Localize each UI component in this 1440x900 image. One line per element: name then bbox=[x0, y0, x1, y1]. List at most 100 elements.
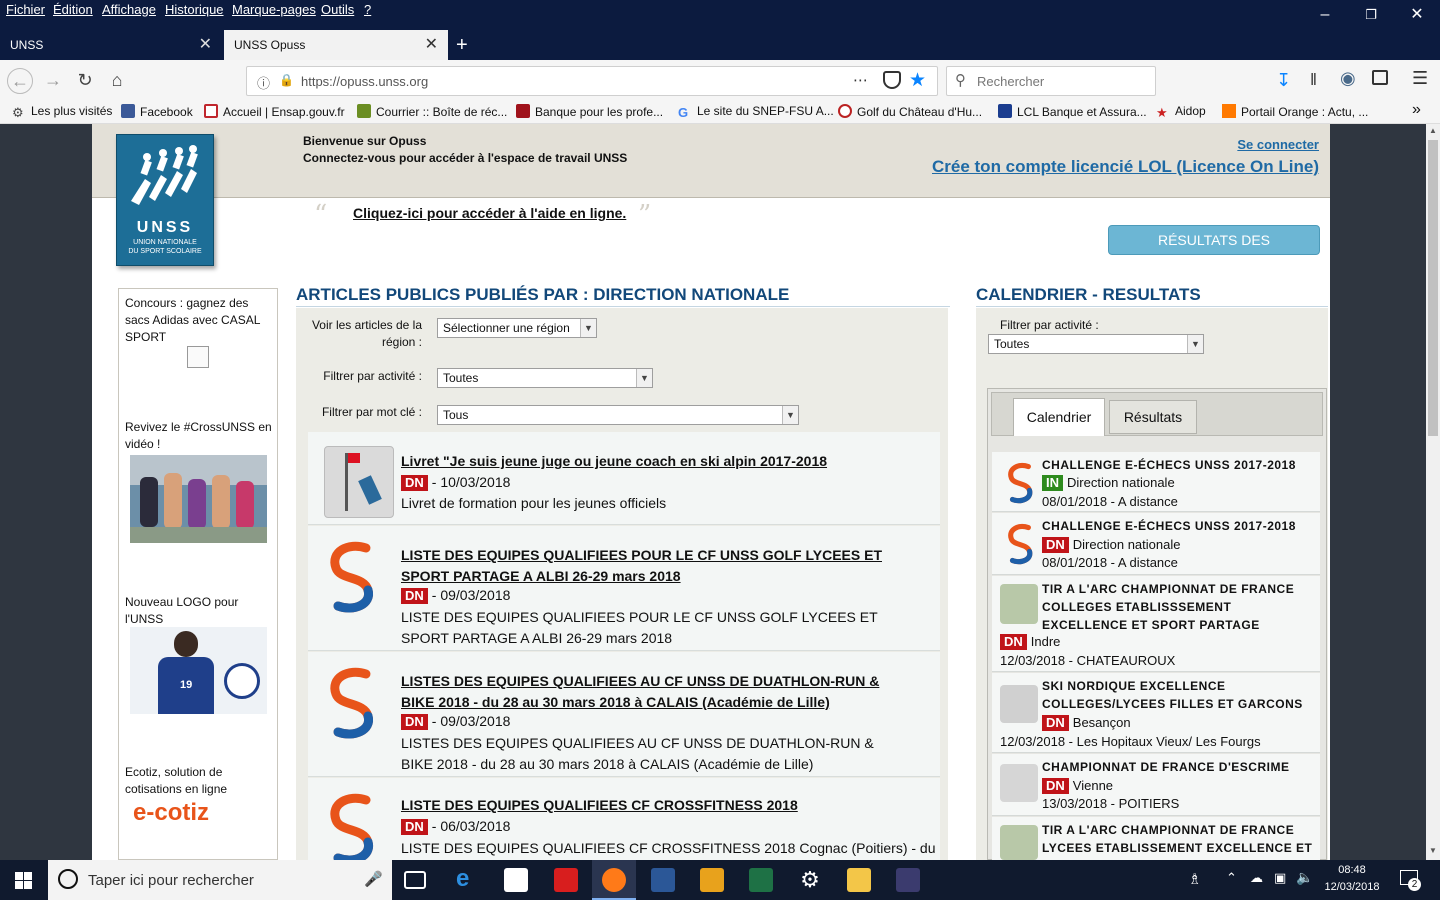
bookmark-item[interactable]: Portail Orange : Actu, ... bbox=[1222, 104, 1368, 119]
menu-marque-pages[interactable]: Marque-pages bbox=[232, 2, 316, 17]
article-title[interactable]: LISTE DES EQUIPES QUALIFIEES CF CROSSFIT… bbox=[401, 797, 921, 813]
close-tab-icon[interactable]: ✕ bbox=[199, 30, 212, 60]
app-red-icon[interactable] bbox=[554, 868, 578, 892]
people-icon[interactable]: ♗ bbox=[1188, 870, 1201, 888]
word-icon[interactable] bbox=[651, 868, 675, 892]
edge-icon[interactable]: e bbox=[456, 867, 480, 892]
taskbar-search[interactable]: Taper ici pour rechercher 🎤 bbox=[48, 860, 392, 900]
bookmark-item[interactable]: Facebook bbox=[121, 104, 193, 119]
tab-unss-opuss[interactable]: UNSS Opuss ✕ bbox=[224, 30, 448, 60]
bookmark-item[interactable]: G Le site du SNEP-FSU A... bbox=[678, 104, 834, 120]
sidebar-item-concours[interactable]: Concours : gagnez des sacs Adidas avec C… bbox=[125, 295, 273, 346]
store-icon[interactable] bbox=[504, 868, 528, 892]
forward-icon[interactable]: → bbox=[40, 68, 66, 94]
firefox-icon[interactable] bbox=[602, 868, 626, 892]
event-title[interactable]: TIR A L'ARC CHAMPIONNAT DE FRANCE COLLEG… bbox=[1042, 580, 1314, 634]
close-window-icon[interactable]: ✕ bbox=[1394, 0, 1440, 30]
article-title[interactable]: LISTES DES EQUIPES QUALIFIEES AU CF UNSS… bbox=[401, 671, 901, 713]
bookmark-star-icon[interactable]: ★ bbox=[909, 69, 926, 92]
calendar-event[interactable]: CHAMPIONNAT DE FRANCE D'ESCRIME DN Vienne… bbox=[992, 754, 1320, 816]
login-link[interactable]: Se connecter bbox=[1237, 137, 1319, 152]
windows-start-icon[interactable] bbox=[15, 872, 32, 889]
menu-help[interactable]: ? bbox=[364, 2, 371, 17]
menu-outils[interactable]: Outils bbox=[321, 2, 354, 17]
help-link[interactable]: Cliquez-ici pour accéder à l'aide en lig… bbox=[353, 205, 626, 221]
settings-gear-icon[interactable]: ⚙ bbox=[798, 868, 822, 892]
search-box[interactable]: ⚲ Rechercher bbox=[946, 66, 1156, 96]
results-button[interactable]: RÉSULTATS DES COMPÉTITIONS bbox=[1108, 225, 1320, 276]
article-item[interactable]: LISTE DES EQUIPES QUALIFIEES CF CROSSFIT… bbox=[308, 778, 940, 860]
bookmark-item[interactable]: ⚙ Les plus visités bbox=[12, 104, 112, 120]
info-icon[interactable]: ⓘ bbox=[257, 73, 270, 92]
more-bookmarks-icon[interactable]: » bbox=[1412, 101, 1421, 119]
bookmark-item[interactable]: Banque pour les profe... bbox=[516, 104, 663, 119]
menu-affichage[interactable]: Affichage bbox=[102, 2, 156, 17]
calendar-event[interactable]: SKI NORDIQUE EXCELLENCE COLLEGES/LYCEES … bbox=[992, 673, 1320, 753]
calendar-event[interactable]: CHALLENGE E-ÉCHECS UNSS 2017-2018 DN Dire… bbox=[992, 513, 1320, 575]
activity-select[interactable]: Toutes ▼ bbox=[437, 368, 653, 388]
app-chart-icon[interactable] bbox=[896, 868, 920, 892]
unss-logo[interactable]: UNSS UNION NATIONALE DU SPORT SCOLAIRE bbox=[116, 134, 214, 266]
library-icon[interactable]: ‖ bbox=[1310, 70, 1317, 90]
tab-resultats[interactable]: Résultats bbox=[1109, 400, 1197, 434]
new-tab-icon[interactable]: + bbox=[452, 30, 468, 60]
volume-icon[interactable]: 🔈 bbox=[1296, 869, 1313, 886]
reload-icon[interactable]: ↻ bbox=[72, 68, 98, 94]
menu-historique[interactable]: Historique bbox=[165, 2, 224, 17]
new-logo-image[interactable]: 19 bbox=[130, 627, 267, 714]
home-icon[interactable]: ⌂ bbox=[104, 68, 130, 94]
url-bar[interactable]: ⓘ 🔒 https://opuss.unss.org ⋯ ★ bbox=[246, 66, 938, 96]
app-orange-icon[interactable] bbox=[700, 868, 724, 892]
download-icon[interactable]: ↧ bbox=[1276, 70, 1291, 91]
scroll-down-icon[interactable]: ▼ bbox=[1429, 846, 1437, 855]
sidebar-item-logo[interactable]: Nouveau LOGO pour l'UNSS bbox=[125, 594, 273, 628]
page-scrollbar[interactable]: ▲ ▼ bbox=[1426, 124, 1440, 860]
article-item[interactable]: LISTE DES EQUIPES QUALIFIEES POUR LE CF … bbox=[308, 526, 940, 651]
tab-unss[interactable]: UNSS ✕ bbox=[0, 30, 222, 60]
tray-chevron-up-icon[interactable]: ⌃ bbox=[1226, 870, 1237, 886]
extension-icon[interactable]: ◉ bbox=[1340, 68, 1356, 89]
event-title[interactable]: SKI NORDIQUE EXCELLENCE COLLEGES/LYCEES … bbox=[1042, 677, 1314, 713]
page-actions-icon[interactable]: ⋯ bbox=[853, 71, 868, 89]
event-title[interactable]: CHALLENGE E-ÉCHECS UNSS 2017-2018 bbox=[1042, 456, 1296, 474]
scrollbar-thumb[interactable] bbox=[1428, 140, 1438, 436]
sidebar-item-cross[interactable]: Revivez le #CrossUNSS en vidéo ! bbox=[125, 419, 273, 453]
bookmark-item[interactable]: Golf du Château d'Hu... bbox=[838, 104, 982, 119]
event-title[interactable]: TIR A L'ARC CHAMPIONNAT DE FRANCE LYCEES… bbox=[1042, 821, 1314, 857]
network-icon[interactable]: ▣ bbox=[1274, 870, 1286, 886]
event-title[interactable]: CHALLENGE E-ÉCHECS UNSS 2017-2018 bbox=[1042, 517, 1296, 535]
file-explorer-icon[interactable] bbox=[847, 868, 871, 892]
calendar-event[interactable]: TIR A L'ARC CHAMPIONNAT DE FRANCE LYCEES… bbox=[992, 817, 1320, 860]
onedrive-icon[interactable]: ☁ bbox=[1250, 870, 1263, 886]
menu-edition[interactable]: Édition bbox=[53, 2, 93, 17]
article-item[interactable]: Livret "Je suis jeune juge ou jeune coac… bbox=[308, 432, 940, 525]
scroll-up-icon[interactable]: ▲ bbox=[1429, 126, 1437, 135]
task-view-icon[interactable] bbox=[404, 871, 426, 889]
menu-fichier[interactable]: Fichier bbox=[6, 2, 45, 17]
tab-calendrier[interactable]: Calendrier bbox=[1013, 398, 1105, 436]
create-account-link[interactable]: Crée ton compte licencié LOL (Licence On… bbox=[932, 157, 1319, 177]
sidebar-icon[interactable] bbox=[1372, 70, 1388, 85]
article-title[interactable]: Livret "Je suis jeune juge ou jeune coac… bbox=[401, 453, 921, 469]
keyword-select[interactable]: Tous ▼ bbox=[437, 405, 799, 425]
microphone-icon[interactable]: 🎤 bbox=[364, 870, 383, 888]
minimize-icon[interactable]: – bbox=[1302, 0, 1348, 30]
bookmark-item[interactable]: Accueil | Ensap.gouv.fr bbox=[204, 104, 345, 119]
clock-date[interactable]: 12/03/2018 bbox=[1320, 881, 1384, 893]
event-title[interactable]: CHAMPIONNAT DE FRANCE D'ESCRIME bbox=[1042, 758, 1289, 776]
bookmark-item[interactable]: ★ Aidop bbox=[1156, 104, 1206, 120]
pocket-icon[interactable] bbox=[883, 71, 901, 89]
close-tab-icon[interactable]: ✕ bbox=[425, 30, 438, 60]
hamburger-menu-icon[interactable]: ☰ bbox=[1412, 68, 1428, 89]
excel-icon[interactable] bbox=[749, 868, 773, 892]
bookmark-item[interactable]: Courrier :: Boîte de réc... bbox=[357, 104, 507, 119]
cross-video-thumbnail[interactable] bbox=[130, 455, 267, 543]
back-icon[interactable]: ← bbox=[7, 68, 33, 94]
ecotiz-logo[interactable]: e-cotiz bbox=[133, 799, 209, 827]
region-select[interactable]: Sélectionner une région ▼ bbox=[437, 318, 597, 338]
maximize-icon[interactable]: ❐ bbox=[1348, 0, 1394, 30]
calendar-event[interactable]: TIR A L'ARC CHAMPIONNAT DE FRANCE COLLEG… bbox=[992, 576, 1320, 672]
calendar-activity-select[interactable]: Toutes ▼ bbox=[988, 334, 1204, 354]
calendar-event[interactable]: CHALLENGE E-ÉCHECS UNSS 2017-2018 IN Dire… bbox=[992, 452, 1320, 512]
bookmark-item[interactable]: LCL Banque et Assura... bbox=[998, 104, 1147, 119]
